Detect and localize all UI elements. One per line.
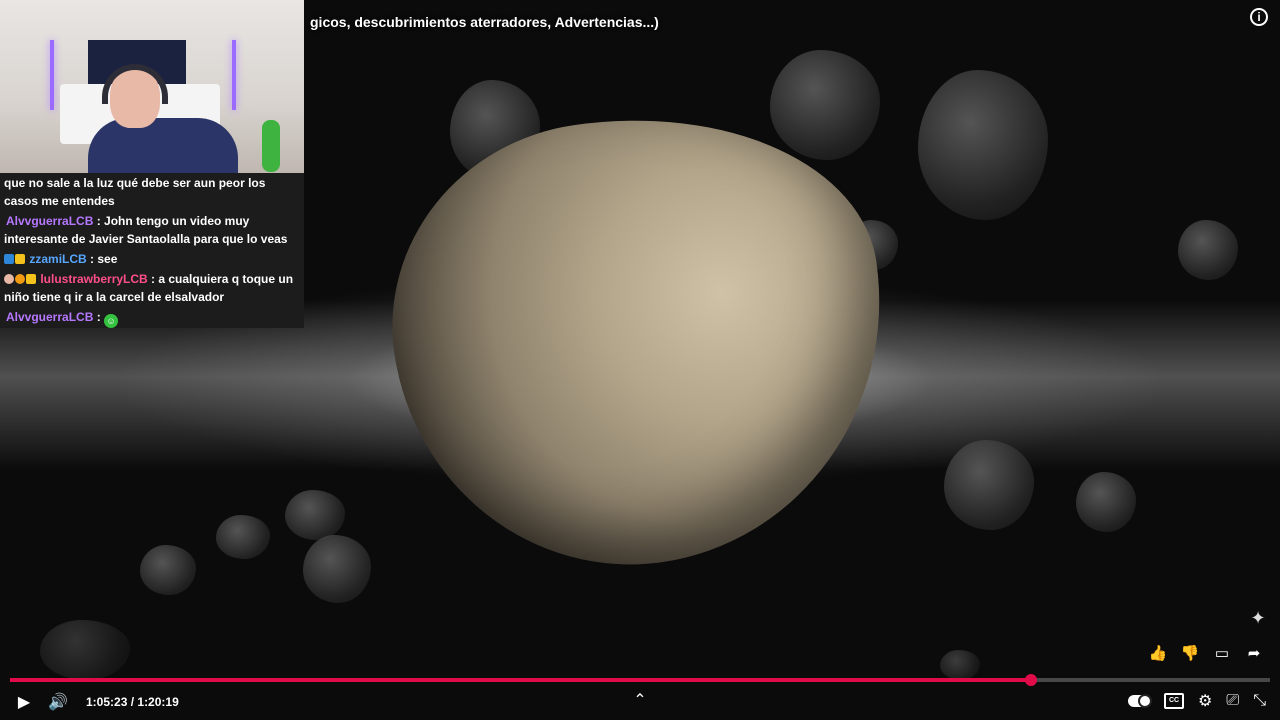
progress-played: [10, 678, 1031, 682]
chat-username[interactable]: AlvvguerraLCB: [4, 310, 93, 324]
chat-message: lulustrawberryLCB : a cualquiera q toque…: [0, 270, 304, 306]
bg-asteroid: [940, 650, 980, 680]
stream-overlay: que no sale a la luz qué debe ser aun pe…: [0, 0, 304, 328]
bg-asteroid: [1178, 220, 1238, 280]
bg-asteroid: [285, 490, 345, 540]
right-controls: CC ⚙ ⎚ ⤡: [1128, 688, 1266, 714]
orange-badge-icon: [15, 274, 25, 284]
comment-icon[interactable]: ▭: [1212, 644, 1232, 664]
progress-scrubber[interactable]: [1024, 674, 1037, 686]
progress-bar[interactable]: [10, 674, 1270, 686]
exit-fullscreen-icon[interactable]: ⤡: [1253, 692, 1266, 710]
chat-message: que no sale a la luz qué debe ser aun pe…: [0, 174, 304, 210]
chat-text: que no sale a la luz qué debe ser aun pe…: [4, 176, 266, 208]
chat-username[interactable]: lulustrawberryLCB: [40, 272, 147, 286]
time-separator: /: [127, 695, 138, 709]
chat-message: AlvvguerraLCB : ☺: [0, 308, 304, 328]
video-player[interactable]: gicos, descubrimientos aterradores, Adve…: [0, 0, 1280, 720]
settings-icon[interactable]: ⚙: [1198, 691, 1212, 711]
streamer: [88, 64, 238, 173]
bg-asteroid: [140, 545, 196, 595]
bg-asteroid: [918, 70, 1048, 220]
like-icon[interactable]: 👍: [1148, 644, 1168, 664]
time-display: 1:05:23 / 1:20:19: [86, 695, 179, 709]
chat-text: :: [93, 310, 105, 324]
led-strip: [50, 40, 54, 110]
current-time: 1:05:23: [86, 695, 128, 709]
chat-panel: que no sale a la luz qué debe ser aun pe…: [0, 174, 304, 330]
headphones: [102, 64, 168, 104]
webcam-feed: [0, 0, 304, 173]
main-asteroid: [366, 86, 914, 595]
bg-asteroid: [303, 535, 371, 603]
chat-username[interactable]: zzamiLCB: [29, 252, 86, 266]
crown-badge-icon: [15, 254, 25, 264]
autoplay-toggle-icon[interactable]: [1128, 694, 1153, 708]
subscriber-badge-icon: [4, 254, 14, 264]
duration: 1:20:19: [137, 695, 179, 709]
bg-asteroid: [770, 50, 880, 160]
chat-username[interactable]: AlvvguerraLCB: [4, 214, 93, 228]
volume-icon[interactable]: 🔊: [48, 692, 68, 712]
channel-watermark-icon[interactable]: ✦: [1246, 606, 1270, 630]
streamer-body: [88, 118, 238, 173]
chat-message: zzamiLCB : see: [0, 250, 304, 268]
emote-icon: ☺: [104, 314, 119, 328]
subtitles-icon[interactable]: CC: [1164, 693, 1185, 709]
bg-asteroid: [216, 515, 270, 559]
bg-asteroid: [40, 620, 130, 680]
chat-message: AlvvguerraLCB : John tengo un video muy …: [0, 212, 304, 248]
side-actions: 👍 👎 ▭ ➦: [1148, 644, 1264, 664]
play-icon[interactable]: ▶: [14, 692, 34, 712]
alien-figure: [262, 120, 280, 172]
emoji-badge-icon: [4, 274, 14, 284]
crown-badge-icon: [26, 274, 36, 284]
dislike-icon[interactable]: 👎: [1180, 644, 1200, 664]
info-icon[interactable]: i: [1250, 8, 1268, 26]
share-icon[interactable]: ➦: [1244, 644, 1264, 664]
bg-asteroid: [1076, 472, 1136, 532]
chevron-up-icon[interactable]: ⌃: [630, 688, 650, 714]
cast-icon[interactable]: ⎚: [1226, 692, 1239, 710]
video-title: gicos, descubrimientos aterradores, Adve…: [310, 14, 659, 30]
chat-text: : see: [86, 252, 118, 266]
bg-asteroid: [944, 440, 1034, 530]
